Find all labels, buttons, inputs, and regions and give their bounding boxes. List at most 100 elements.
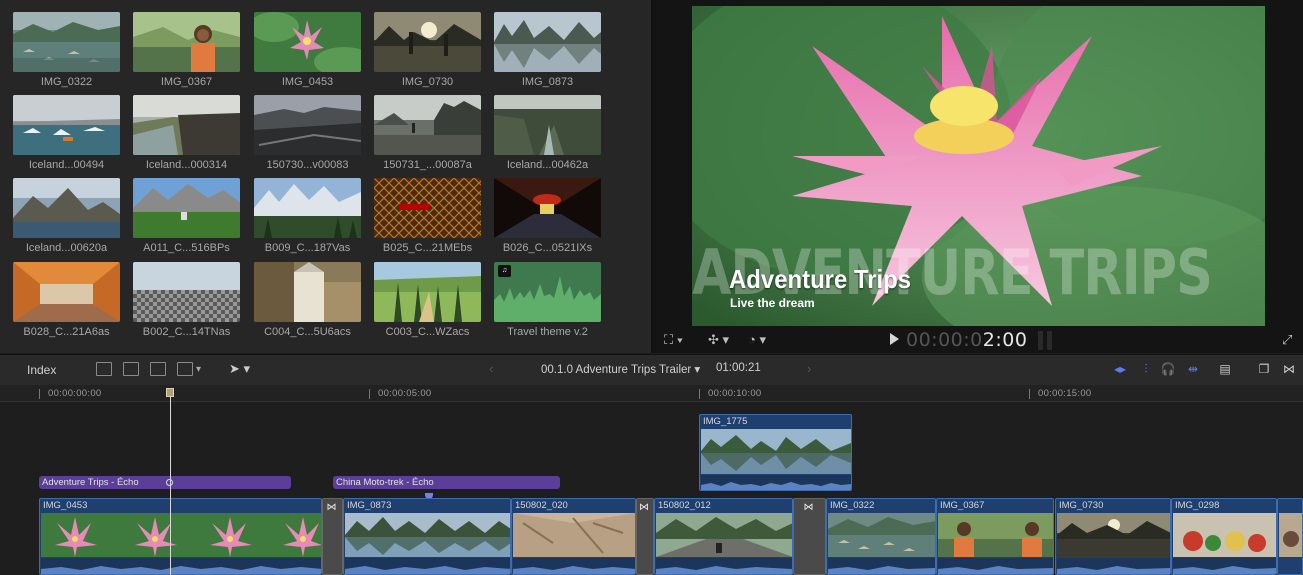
browser-clip[interactable]: B026_C...0521IXs <box>494 178 601 254</box>
ruler-label: 00:00:10:00 <box>708 388 762 399</box>
clip-name: B028_C...21A6as <box>23 326 110 338</box>
project-name[interactable]: 00.1.0 Adventure Trips Trailer ▾ <box>541 362 700 376</box>
clip-thumbnail <box>13 95 120 155</box>
clip-thumbnail <box>13 262 120 322</box>
primary-clip[interactable]: IMG_0730 <box>1055 498 1171 575</box>
audio-clip-label: China Moto-trek - Écho <box>336 477 434 488</box>
primary-clip[interactable]: 150802_020 <box>511 498 636 575</box>
media-browser: IMG_0322 IMG_0367 IMG_0453 IMG_0730 IMG_… <box>0 0 651 353</box>
clip-thumbnail <box>374 95 481 155</box>
clip-label: 150802_020 <box>515 500 568 511</box>
video-waveform-icon[interactable]: ◂▸ <box>1112 362 1128 376</box>
overwrite-clip-icon[interactable] <box>177 362 193 376</box>
primary-clip[interactable]: IMG_0298 <box>1171 498 1277 575</box>
browser-clip[interactable]: B028_C...21A6as <box>13 262 120 338</box>
play-icon[interactable] <box>890 333 899 345</box>
forward-arrow-icon[interactable]: › <box>807 361 811 376</box>
browser-clip[interactable]: IMG_0367 <box>133 12 240 88</box>
transition[interactable]: ⋈ <box>636 498 654 575</box>
select-tool-icon[interactable]: ➤ ▾ <box>229 361 250 377</box>
browser-clip[interactable]: 150730...v00083 <box>254 95 361 171</box>
clip-filmstrip <box>701 429 851 474</box>
append-clip-icon[interactable] <box>150 362 166 376</box>
timecode-display: 00:00:02:00 <box>906 329 1027 351</box>
browser-clip[interactable]: IMG_0322 <box>13 12 120 88</box>
ruler-label: 00:00:00:00 <box>48 388 102 399</box>
snapping-icon[interactable]: ⇹ <box>1185 362 1201 376</box>
primary-clip[interactable] <box>1277 498 1303 575</box>
clip-name: B025_C...21MEbs <box>382 242 473 254</box>
playhead-handle[interactable] <box>166 388 174 397</box>
browser-clip[interactable]: Iceland...000314 <box>133 95 240 171</box>
clip-audio-waveform <box>1057 558 1170 574</box>
browser-clip[interactable]: B002_C...14TNas <box>133 262 240 338</box>
ruler-tick <box>369 389 370 399</box>
transition[interactable]: ⋈ <box>793 498 826 575</box>
ruler-label: 00:00:15:00 <box>1038 388 1092 399</box>
clip-filmstrip <box>828 513 935 557</box>
browser-clip[interactable]: Iceland...00494 <box>13 95 120 171</box>
audio-clip[interactable]: Adventure Trips - Écho <box>39 476 291 489</box>
fullscreen-icon[interactable]: ⤢ <box>1282 332 1292 348</box>
chevron-down-icon[interactable]: ▾ <box>196 362 201 378</box>
title-text: Adventure Trips <box>729 264 912 294</box>
index-button[interactable]: Index <box>15 361 70 379</box>
audio-skimming-icon[interactable]: ⫶ <box>1138 362 1154 376</box>
clip-appearance-icon[interactable]: ▤ <box>1217 362 1233 376</box>
clip-audio-waveform <box>656 558 792 574</box>
transition-icon: ⋈ <box>639 502 649 513</box>
browser-clip[interactable]: IMG_0453 <box>254 12 361 88</box>
clip-filmstrip <box>656 513 792 557</box>
insert-clip-icon[interactable] <box>123 362 139 376</box>
clip-filmstrip <box>1173 513 1276 557</box>
audio-waveform <box>494 276 601 322</box>
browser-clip[interactable]: C003_C...WZacs <box>374 262 481 338</box>
clip-label: 150802_012 <box>658 500 711 511</box>
browser-clip[interactable]: C004_C...5U6acs <box>254 262 361 338</box>
browser-clip[interactable]: B009_C...187Vas <box>254 178 361 254</box>
timeline-ruler[interactable]: 00:00:00:00 00:00:05:00 00:00:10:00 00:0… <box>0 385 1303 402</box>
connected-clip[interactable]: IMG_1775 <box>699 414 852 491</box>
browser-clip[interactable]: A011_C...516BPs <box>133 178 240 254</box>
crop-icon[interactable]: ⛶ ▾ <box>664 332 683 348</box>
clip-name: Iceland...00494 <box>28 159 105 171</box>
browser-clip[interactable]: Iceland...00462a <box>494 95 601 171</box>
timecode-lit: 2:00 <box>982 329 1028 351</box>
clip-thumbnail <box>494 178 601 238</box>
project-name-text: 00.1.0 Adventure Trips Trailer <box>541 364 692 376</box>
viewer-controls: ⛶ ▾ ✣ ▾ ◔ ▾ 00:00:02:00 ⤢ <box>654 327 1303 353</box>
back-arrow-icon[interactable]: ‹ <box>489 361 493 376</box>
primary-clip[interactable]: IMG_0367 <box>936 498 1054 575</box>
audio-clip[interactable]: China Moto-trek - Écho <box>333 476 560 489</box>
audio-meter-left <box>1038 331 1043 350</box>
connect-clip-icon[interactable] <box>96 362 112 376</box>
subtitle-text: Live the dream <box>730 296 815 310</box>
clip-audio-waveform <box>1173 558 1276 574</box>
transition[interactable]: ⋈ <box>322 498 343 575</box>
clip-label: IMG_0730 <box>1059 500 1104 511</box>
browser-clip[interactable]: Iceland...00620a <box>13 178 120 254</box>
transitions-browser-icon[interactable]: ⋈ <box>1281 362 1297 376</box>
primary-clip[interactable]: IMG_0322 <box>826 498 936 575</box>
transform-icon[interactable]: ✣ ▾ <box>708 332 729 348</box>
clip-audio-waveform <box>513 558 635 574</box>
clip-thumbnail <box>374 178 481 238</box>
clip-name: B026_C...0521IXs <box>502 242 593 254</box>
clip-thumbnail <box>133 12 240 72</box>
playhead[interactable] <box>170 395 171 575</box>
retime-icon[interactable]: ◔ ▾ <box>748 332 766 348</box>
headphones-icon[interactable]: 🎧 <box>1160 362 1176 376</box>
browser-clip[interactable]: IMG_0730 <box>374 12 481 88</box>
clip-name: B002_C...14TNas <box>142 326 231 338</box>
ruler-tick <box>1029 389 1030 399</box>
primary-clip[interactable]: IMG_0453 <box>39 498 322 575</box>
clip-thumbnail <box>133 262 240 322</box>
browser-clip[interactable]: IMG_0873 <box>494 12 601 88</box>
effects-browser-icon[interactable]: ❐ <box>1256 362 1272 376</box>
browser-clip[interactable]: ♫ Travel theme v.2 <box>494 262 601 338</box>
timeline-toolbar: Index ▾ ➤ ▾ ‹ 00.1.0 Adventure Trips Tra… <box>0 354 1303 386</box>
browser-clip[interactable]: 150731_...00087a <box>374 95 481 171</box>
primary-clip[interactable]: 150802_012 <box>654 498 793 575</box>
browser-clip[interactable]: B025_C...21MEbs <box>374 178 481 254</box>
primary-clip[interactable]: IMG_0873 <box>343 498 511 575</box>
